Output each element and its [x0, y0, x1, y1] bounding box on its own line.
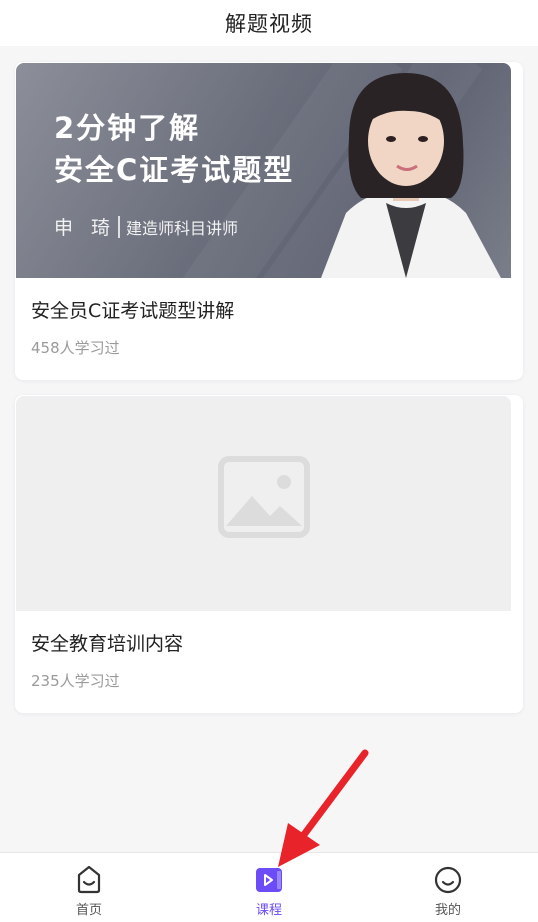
page-title: 解题视频 [225, 12, 313, 36]
course-card[interactable]: 安全教育培训内容 235人学习过 [15, 395, 523, 713]
home-icon [77, 865, 101, 894]
teacher-name: 申 琦 [54, 217, 117, 239]
course-learner-count: 458人学习过 [31, 339, 120, 357]
bottom-tab-bar: 首页 课程 我的 [0, 852, 538, 922]
tab-home-label: 首页 [75, 903, 102, 918]
course-title: 安全教育培训内容 [31, 633, 184, 655]
course-learner-count: 235人学习过 [31, 672, 120, 690]
tab-profile[interactable]: 我的 [398, 853, 498, 922]
teacher-portrait [321, 73, 501, 278]
course-cover-image[interactable]: 2分钟了解 安全C证考试题型 申 琦 建造师科目讲师 [16, 63, 511, 278]
cover-headline-line1: 2分钟了解 [54, 111, 201, 145]
annotation-arrow-icon [278, 749, 369, 867]
image-placeholder-icon [218, 456, 310, 538]
course-cover-image[interactable] [16, 396, 511, 611]
profile-smile-icon [434, 866, 462, 894]
cover-headline-line2: 安全C证考试题型 [54, 153, 295, 187]
divider [118, 215, 121, 238]
course-title: 安全员C证考试题型讲解 [31, 300, 235, 322]
course-card[interactable]: 2分钟了解 安全C证考试题型 申 琦 建造师科目讲师 安全员C证考试题型讲解 4… [15, 62, 523, 380]
tab-course-label: 课程 [255, 903, 282, 918]
teacher-role: 建造师科目讲师 [126, 218, 239, 238]
cover-teacher-info: 申 琦 建造师科目讲师 [54, 213, 238, 240]
tab-home[interactable]: 首页 [39, 853, 139, 922]
tab-profile-label: 我的 [434, 903, 461, 918]
page-header: 解题视频 [0, 0, 538, 46]
